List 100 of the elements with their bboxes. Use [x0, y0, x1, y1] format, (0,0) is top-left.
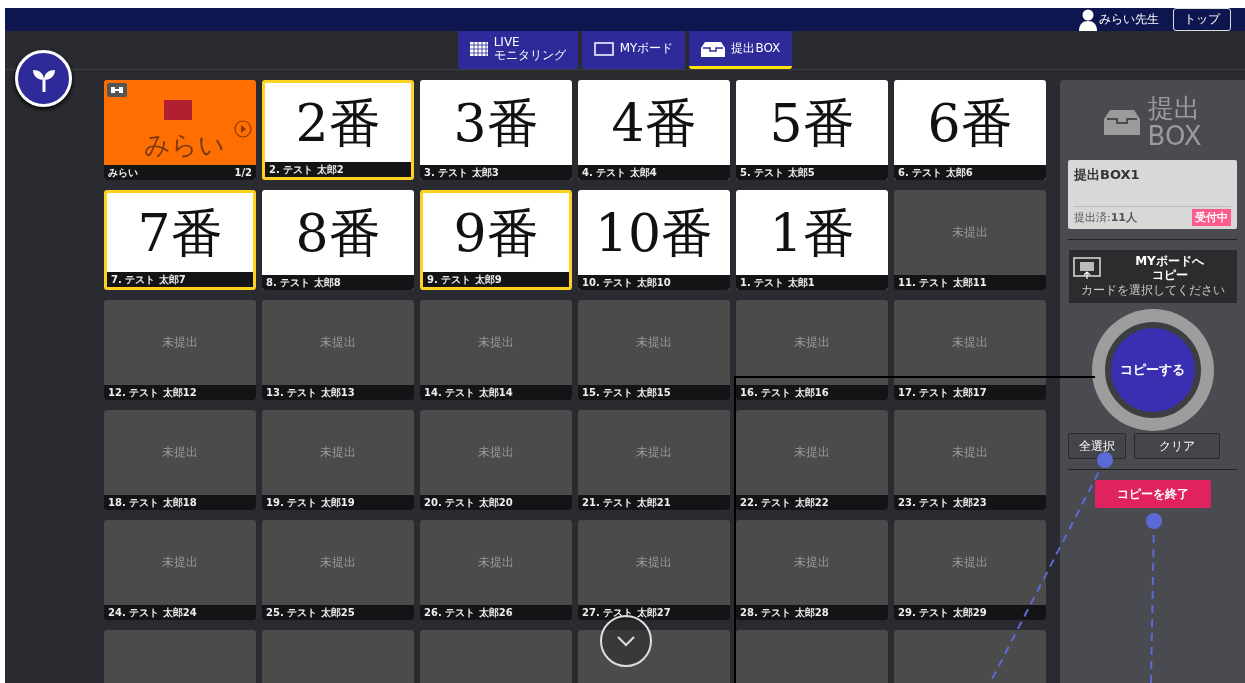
page-count: 1/2 — [234, 167, 252, 178]
answer-card[interactable]: 7番 7. テスト 太郎7 — [104, 190, 256, 290]
answer-card[interactable]: 10番 10. テスト 太郎10 — [578, 190, 730, 290]
card-label: 12. テスト 太郎12 — [108, 385, 197, 400]
status-text: 未提出 — [478, 554, 514, 571]
status-text: 未提出 — [162, 444, 198, 461]
unsubmitted-card[interactable]: 未提出 24. テスト 太郎24 — [104, 520, 256, 620]
handwritten-answer: 5番 — [769, 96, 855, 149]
unsubmitted-card[interactable]: 未提出 19. テスト 太郎19 — [262, 410, 414, 510]
card-label: 6. テスト 太郎6 — [898, 165, 973, 180]
unsubmitted-card[interactable]: 未提出 26. テスト 太郎26 — [420, 520, 572, 620]
handwritten-answer: 10番 — [594, 206, 714, 259]
card-label: みらい — [108, 165, 138, 180]
card-label: 10. テスト 太郎10 — [582, 275, 671, 290]
card-label: 22. テスト 太郎22 — [740, 495, 829, 510]
unsubmitted-card[interactable]: 未提出 14. テスト 太郎14 — [420, 300, 572, 400]
answer-card[interactable]: 9番 9. テスト 太郎9 — [420, 190, 572, 290]
unsubmitted-card[interactable]: 未提出 18. テスト 太郎18 — [104, 410, 256, 510]
card-label: 7. テスト 太郎7 — [111, 272, 186, 287]
unsubmitted-card[interactable]: 未提出 28. テスト 太郎28 — [736, 520, 888, 620]
answer-card[interactable]: 4番 4. テスト 太郎4 — [578, 80, 730, 180]
unsubmitted-card[interactable]: 未提出 20. テスト 太郎20 — [420, 410, 572, 510]
box-name: 提出BOX1 — [1074, 166, 1141, 184]
unsubmitted-card[interactable]: 未提出 15. テスト 太郎15 — [578, 300, 730, 400]
inbox-icon — [1103, 109, 1140, 135]
clear-button[interactable]: クリア — [1134, 433, 1220, 459]
card-title: みらい — [144, 129, 225, 162]
card-label: 2. テスト 太郎2 — [269, 162, 344, 177]
grid-icon — [469, 41, 488, 56]
nav-tab[interactable]: 提出BOX — [689, 31, 793, 69]
unsubmitted-card[interactable]: 未提出 16. テスト 太郎16 — [736, 300, 888, 400]
answer-card[interactable]: 3番 3. テスト 太郎3 — [420, 80, 572, 180]
card-label: 5. テスト 太郎5 — [740, 165, 815, 180]
status-text: 未提出 — [478, 334, 514, 351]
select-all-button[interactable]: 全選択 — [1068, 433, 1126, 459]
video-thumbnail — [164, 100, 192, 120]
status-badge: 受付中 — [1192, 209, 1231, 226]
copy-title: MYボードへ コピー — [1134, 254, 1205, 282]
card-label: 15. テスト 太郎15 — [582, 385, 671, 400]
card-label: 26. テスト 太郎26 — [424, 605, 513, 620]
unsubmitted-card[interactable]: 未提出 11. テスト 太郎11 — [894, 190, 1046, 290]
status-text: 未提出 — [162, 334, 198, 351]
user-name: みらい先生 — [1099, 11, 1159, 28]
answer-card[interactable]: 6番 6. テスト 太郎6 — [894, 80, 1046, 180]
card-label: 14. テスト 太郎14 — [424, 385, 513, 400]
status-text: 未提出 — [794, 554, 830, 571]
card-label: 11. テスト 太郎11 — [898, 275, 987, 290]
handwritten-answer: 1番 — [769, 206, 855, 259]
unsubmitted-card[interactable]: 未提出 17. テスト 太郎17 — [894, 300, 1046, 400]
card-label: 25. テスト 太郎25 — [266, 605, 355, 620]
inbox-icon — [701, 40, 726, 57]
status-text: 未提出 — [320, 334, 356, 351]
board-icon — [593, 41, 614, 56]
card-label: 29. テスト 太郎29 — [898, 605, 987, 620]
board-upload-icon — [1072, 257, 1101, 279]
answer-card[interactable]: 8番 8. テスト 太郎8 — [262, 190, 414, 290]
card-label: 28. テスト 太郎28 — [740, 605, 829, 620]
handwritten-answer: 9番 — [453, 206, 539, 259]
card-label: 8. テスト 太郎8 — [266, 275, 341, 290]
handwritten-answer: 4番 — [611, 96, 697, 149]
answer-card[interactable]: 1番 1. テスト 太郎1 — [736, 190, 888, 290]
unsubmitted-card[interactable]: 未提出 21. テスト 太郎21 — [578, 410, 730, 510]
status-text: 未提出 — [794, 444, 830, 461]
status-text: 未提出 — [952, 224, 988, 241]
status-text: 未提出 — [794, 334, 830, 351]
card-label: 13. テスト 太郎13 — [266, 385, 355, 400]
owner-card[interactable]: みらい みらい 1/2 — [104, 80, 256, 180]
card-label: 23. テスト 太郎23 — [898, 495, 987, 510]
panel-title: 提出 BOX — [1147, 94, 1202, 150]
nav-tab[interactable]: LIVE モニタリング — [457, 31, 578, 69]
card-label: 18. テスト 太郎18 — [108, 495, 197, 510]
copy-hint: カードを選択してください — [1079, 282, 1226, 299]
status-text: 未提出 — [636, 334, 672, 351]
card-label: 24. テスト 太郎24 — [108, 605, 197, 620]
status-text: 未提出 — [952, 554, 988, 571]
card-label: 21. テスト 太郎21 — [582, 495, 671, 510]
end-copy-button[interactable]: コピーを終了 — [1094, 480, 1211, 508]
status-text: 未提出 — [320, 444, 356, 461]
copy-to-board-button[interactable]: MYボードへ コピー カードを選択してください — [1068, 250, 1237, 303]
nav-tab[interactable]: MYボード — [581, 31, 686, 69]
user-icon — [1079, 8, 1097, 31]
unsubmitted-card[interactable]: 未提出 29. テスト 太郎29 — [894, 520, 1046, 620]
chevron-down-icon — [616, 635, 636, 647]
card-label: 3. テスト 太郎3 — [424, 165, 499, 180]
unsubmitted-card[interactable]: 未提出 22. テスト 太郎22 — [736, 410, 888, 510]
unsubmitted-card[interactable]: 未提出 13. テスト 太郎13 — [262, 300, 414, 400]
status-text: 未提出 — [636, 444, 672, 461]
answer-card[interactable]: 5番 5. テスト 太郎5 — [736, 80, 888, 180]
handwritten-answer: 7番 — [137, 206, 223, 259]
handwritten-answer: 8番 — [295, 206, 381, 259]
answer-card[interactable]: 2番 2. テスト 太郎2 — [262, 80, 414, 180]
unsubmitted-card[interactable]: 未提出 25. テスト 太郎25 — [262, 520, 414, 620]
card-label: 9. テスト 太郎9 — [427, 272, 502, 287]
unsubmitted-card[interactable]: 未提出 12. テスト 太郎12 — [104, 300, 256, 400]
unsubmitted-card[interactable]: 未提出 23. テスト 太郎23 — [894, 410, 1046, 510]
copy-button[interactable]: コピーする — [1104, 322, 1201, 418]
handwritten-answer: 3番 — [453, 96, 539, 149]
play-icon — [234, 120, 252, 138]
status-text: 未提出 — [636, 554, 672, 571]
handwritten-answer: 6番 — [927, 96, 1013, 149]
